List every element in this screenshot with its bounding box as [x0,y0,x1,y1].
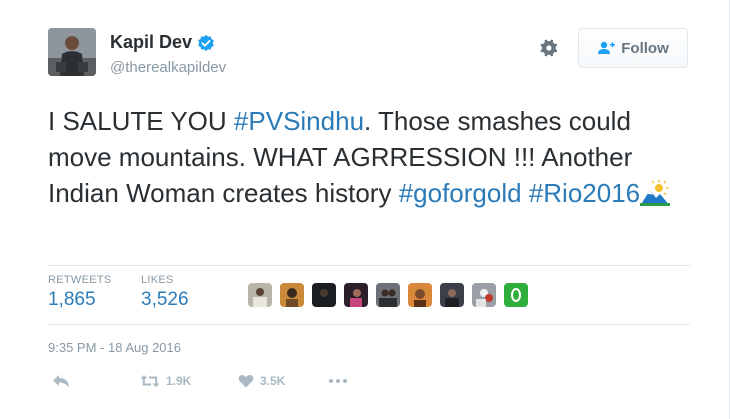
tweet-actions: 1.9K 3.5K [48,374,368,394]
liker-avatar[interactable] [280,283,304,307]
hashtag-goforgold[interactable]: #goforgold [399,178,522,208]
user-name[interactable]: Kapil Dev [110,32,192,53]
likers-avatars [248,283,536,307]
retweets-label: RETWEETS [48,274,112,286]
more-button[interactable] [328,378,348,384]
divider [48,265,690,266]
retweets-stat[interactable]: RETWEETS 1,865 [48,274,112,311]
likes-label: LIKES [141,274,174,286]
sunrise-over-mountains-icon [640,180,671,206]
like-count: 3.5K [260,374,286,388]
retweet-button[interactable]: 1.9K [140,374,191,388]
more-dots-icon [329,379,347,383]
reply-button[interactable] [52,374,70,388]
liker-avatar[interactable] [248,283,272,307]
divider [48,324,690,325]
liker-avatar[interactable] [504,283,528,307]
user-handle[interactable]: @therealkapildev [110,59,226,76]
gear-icon[interactable] [540,38,560,58]
likes-stat[interactable]: LIKES 3,526 [141,274,189,311]
liker-avatar[interactable] [312,283,336,307]
follow-button[interactable]: Follow [578,28,688,68]
liker-avatar[interactable] [344,283,368,307]
like-button[interactable]: 3.5K [238,374,285,388]
hashtag-rio2016[interactable]: #Rio2016 [529,178,640,208]
add-user-icon [598,41,616,54]
retweet-count: 1.9K [166,374,192,388]
tweet-text-part1: I SALUTE YOU [48,106,234,136]
liker-avatar[interactable] [408,283,432,307]
user-avatar[interactable] [48,28,96,76]
follow-label: Follow [621,39,669,57]
verified-badge-icon [198,34,214,51]
liker-avatar[interactable] [440,283,464,307]
retweet-icon [140,375,160,387]
liker-avatar[interactable] [376,283,400,307]
retweets-count: 1,865 [48,289,96,310]
hashtag-pvsindhu[interactable]: #PVSindhu [234,106,364,136]
reply-icon [53,375,69,387]
liker-avatar[interactable] [472,283,496,307]
tweet-timestamp[interactable]: 9:35 PM - 18 Aug 2016 [48,340,181,355]
likes-count: 3,526 [141,289,189,310]
tweet-text: I SALUTE YOU #PVSindhu. Those smashes co… [48,103,688,211]
tweet-card: Kapil Dev @therealkapildev Follow I SALU… [0,0,730,419]
heart-icon [238,375,254,388]
